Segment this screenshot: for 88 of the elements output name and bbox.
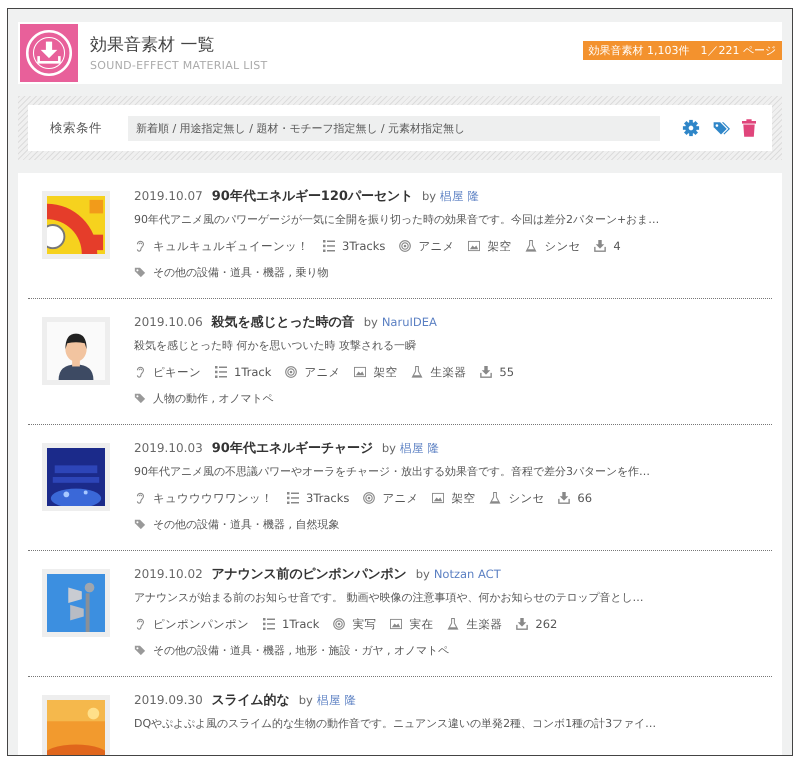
meta-text: アニメ (304, 364, 340, 380)
by-label: by (422, 189, 436, 203)
item-date: 2019.09.30 (134, 693, 203, 707)
author-link[interactable]: 椙屋 隆 (400, 441, 440, 456)
item-date: 2019.10.07 (134, 189, 203, 203)
meta-text: アニメ (382, 490, 418, 506)
author-link[interactable]: Notzan ACT (434, 567, 501, 581)
page-subtitle: SOUND-EFFECT MATERIAL LIST (90, 59, 269, 72)
ear-icon (134, 492, 146, 504)
item-description: 90年代アニメ風の不思議パワーやオーラをチャージ・放出する効果音です。音程で差分3パターンを作… (134, 464, 650, 480)
flask-icon (525, 240, 538, 252)
tag-icon (134, 392, 146, 404)
item-date: 2019.10.03 (134, 441, 203, 455)
meta-text: アニメ (418, 238, 454, 254)
meta-text: シンセ (544, 238, 580, 254)
item-title-link[interactable]: アナウンス前のピンポンパンポン (212, 565, 407, 583)
meta-text: 架空 (451, 490, 476, 506)
flask-icon (489, 492, 502, 504)
image-icon (468, 240, 480, 252)
by-label: by (298, 693, 313, 707)
image-icon (432, 492, 444, 504)
item-description: 90年代アニメ風のパワーゲージが一気に全開を振り切った時の効果音です。今回は差分2パターン+おま… (134, 212, 660, 228)
item-title-link[interactable]: 殺気を感じとった時の音 (212, 313, 355, 331)
target-icon (399, 240, 412, 252)
download-icon (594, 240, 606, 252)
meta-text: 生楽器 (430, 364, 466, 380)
list-icon (287, 492, 299, 504)
search-conditions-field[interactable]: 新着順 / 用途指定無し / 題材・モチーフ指定無し / 元素材指定無し (128, 116, 660, 140)
meta-text: 架空 (487, 238, 512, 254)
download-icon (480, 366, 492, 378)
item-description: DQやぷよぷよ風のスライム的な生物の動作音です。ニュアンス違いの単発2種、コンボ1種の計3ファイ… (134, 716, 656, 732)
item-date: 2019.10.06 (134, 315, 203, 329)
trash-icon[interactable] (742, 119, 756, 137)
item-tags: その他の設備・道具・機器 , 乗り物 (153, 264, 328, 280)
meta-text: シンセ (508, 490, 544, 506)
ear-icon (134, 240, 146, 252)
meta-text: 実在 (409, 616, 434, 632)
count-badge: 効果音素材 1,103件 1／221 ページ (582, 41, 782, 60)
settings-icon[interactable] (682, 119, 700, 137)
tag-icon (134, 518, 146, 530)
by-label: by (364, 315, 378, 329)
meta-text: 実写 (352, 616, 376, 632)
search-label: 検索条件 (50, 120, 103, 136)
image-icon (354, 366, 366, 378)
download-icon (516, 618, 528, 630)
meta-text: 262 (535, 617, 558, 631)
meta-text: ピキーン (153, 364, 201, 380)
item-title-link[interactable]: スライム的な (212, 691, 290, 709)
meta-text: 4 (613, 239, 621, 253)
tag-icon (134, 266, 146, 278)
meta-text: 3Tracks (342, 239, 386, 253)
image-icon (390, 618, 402, 630)
author-link[interactable]: 椙屋 隆 (440, 189, 480, 204)
item-tags: その他の設備・道具・機器 , 自然現象 (153, 516, 340, 532)
by-label: by (416, 567, 430, 581)
meta-text: キュウウウワワンッ！ (153, 490, 273, 506)
list-icon (263, 618, 275, 630)
download-icon (558, 492, 570, 504)
page-title: 効果音素材 一覧 (90, 34, 216, 56)
list-icon (215, 366, 227, 378)
flask-icon (447, 618, 460, 630)
meta-text: 架空 (373, 364, 398, 380)
target-icon (363, 492, 376, 504)
ear-icon (134, 366, 146, 378)
item-date: 2019.10.02 (134, 567, 203, 581)
by-label: by (382, 441, 396, 455)
meta-text: ピンポンパンポン (153, 616, 249, 632)
item-description: 殺気を感じとった時 何かを思いついた時 攻撃される一瞬 (134, 338, 417, 354)
target-icon (285, 366, 298, 378)
meta-text: 1Track (282, 617, 320, 631)
meta-text: 1Track (234, 365, 272, 379)
meta-text: 66 (577, 491, 592, 505)
item-tags: 人物の動作 , オノマトペ (153, 390, 274, 406)
ear-icon (134, 618, 146, 630)
list-icon (323, 240, 335, 252)
author-link[interactable]: 椙屋 隆 (316, 693, 356, 708)
tag-icon (134, 644, 146, 656)
flask-icon (411, 366, 424, 378)
meta-text: 55 (499, 365, 514, 379)
meta-text: 3Tracks (306, 491, 350, 505)
item-title-link[interactable]: 90年代エネルギー120パーセント (212, 187, 413, 205)
meta-text: キュルキュルギュイーンッ！ (153, 238, 309, 254)
target-icon (333, 618, 346, 630)
item-title-link[interactable]: 90年代エネルギーチャージ (212, 439, 373, 457)
item-tags: その他の設備・道具・機器 , 地形・施設・ガヤ , オノマトペ (153, 642, 449, 658)
meta-text: 生楽器 (466, 616, 502, 632)
author-link[interactable]: NaruIDEA (382, 315, 437, 329)
item-description: アナウンスが始まる前のお知らせ音です。 動画や映像の注意事項や、何かお知らせのテロップ音とし… (134, 590, 644, 606)
